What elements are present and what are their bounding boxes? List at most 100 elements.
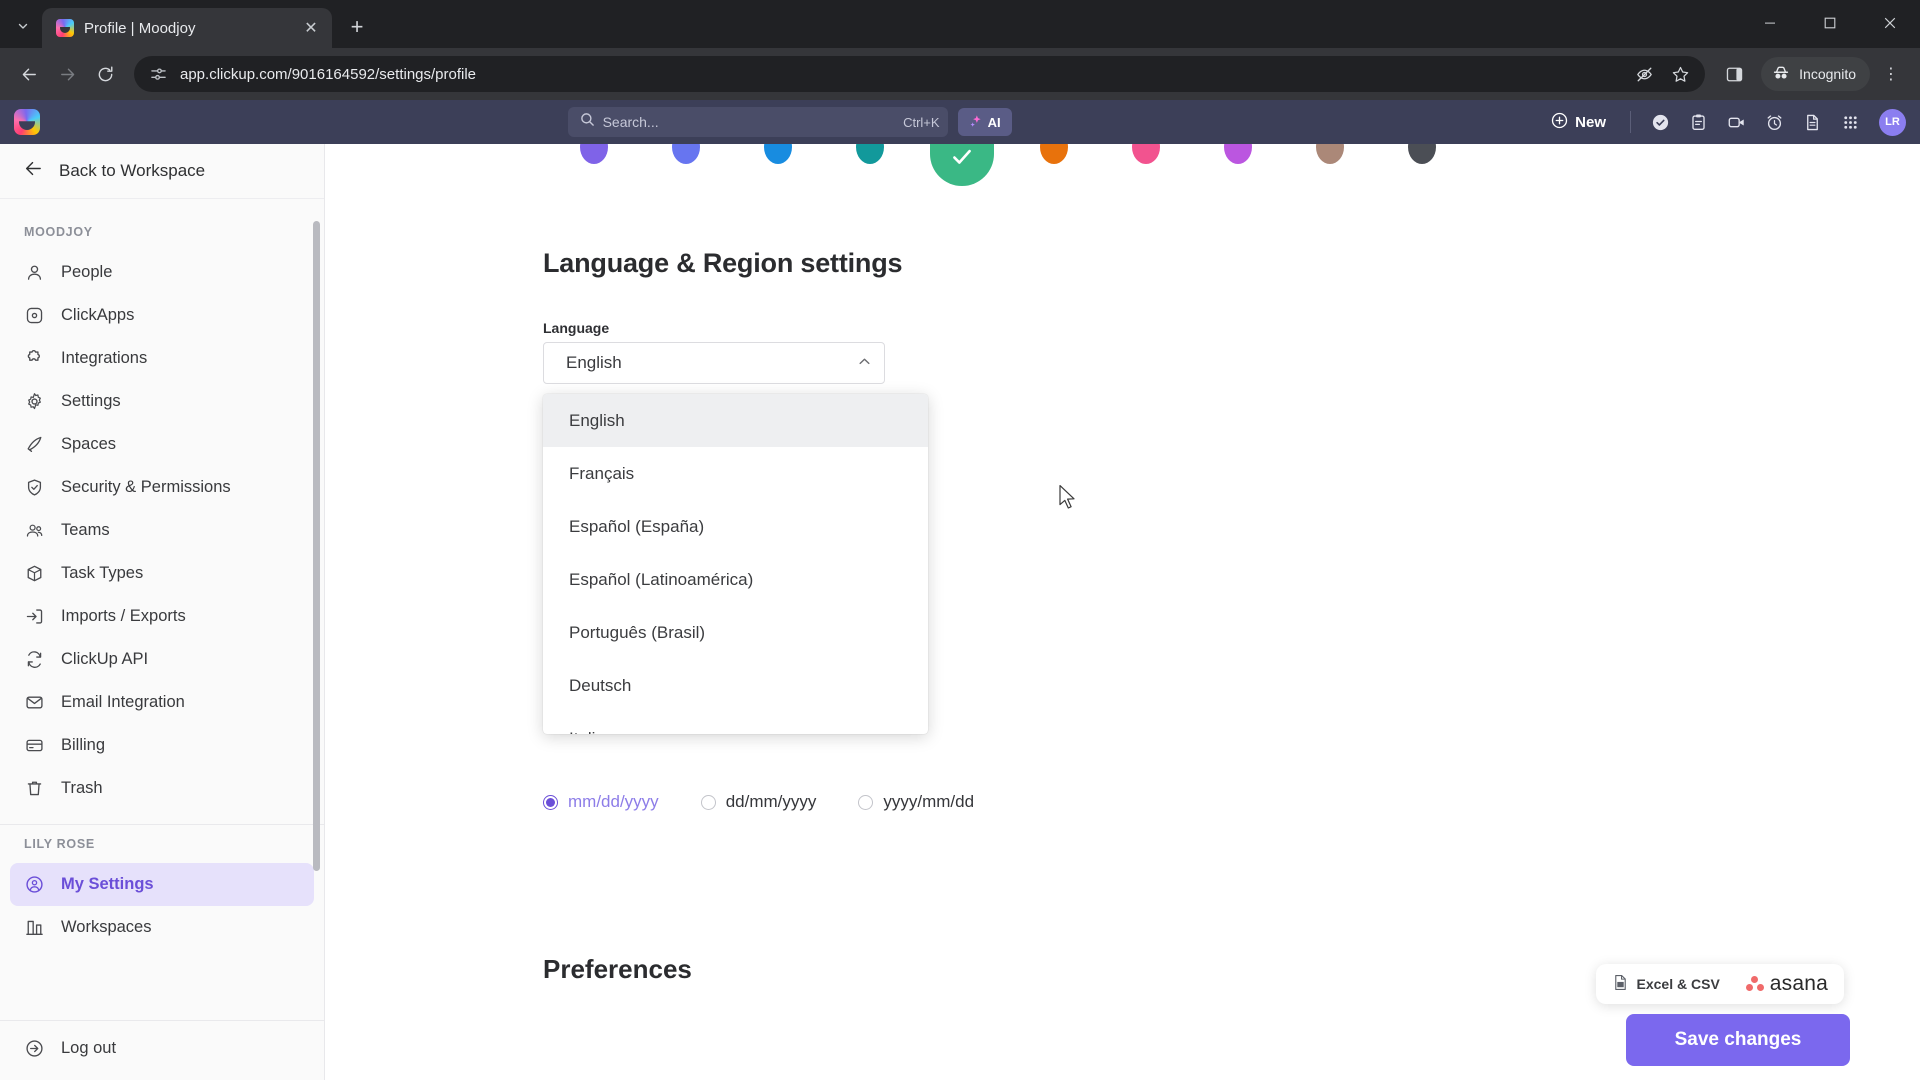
settings-content: Language & Region settings Language Engl… [325,144,1920,1080]
sidebar-item-label: Email Integration [61,693,185,711]
incognito-label: Incognito [1799,66,1856,82]
tab-title: Profile | Moodjoy [84,19,196,37]
tab-close-icon[interactable]: ✕ [300,17,322,39]
user-avatar[interactable]: LR [1879,108,1906,136]
sidebar-item-label: Teams [61,521,110,539]
sidebar-item-billing[interactable]: Billing [10,724,314,767]
language-option-italiano[interactable]: Italiano [543,712,928,735]
color-swatch[interactable] [1040,144,1068,164]
excel-csv-label: Excel & CSV [1636,976,1720,992]
new-label: New [1575,113,1606,131]
language-option-deutsch[interactable]: Deutsch [543,659,928,712]
sidebar-item-task-types[interactable]: Task Types [10,552,314,595]
color-swatch[interactable] [1132,144,1160,164]
sidebar-item-security-permissions[interactable]: Security & Permissions [10,466,314,509]
sidebar-item-my-settings[interactable]: My Settings [10,863,314,906]
color-swatch[interactable] [1224,144,1252,164]
language-option-english[interactable]: English [543,394,928,447]
sidebar-item-spaces[interactable]: Spaces [10,423,314,466]
sidebar-item-label: My Settings [61,875,154,893]
color-swatch[interactable] [672,144,700,164]
tab-favicon-icon [56,19,74,37]
language-selected-value: English [566,353,622,372]
date-format-option-yyyymmdd[interactable]: yyyy/mm/dd [858,792,974,812]
sidebar-item-email-integration[interactable]: Email Integration [10,681,314,724]
color-swatch[interactable] [1408,144,1436,164]
browser-menu-icon[interactable]: ⋮ [1874,57,1908,91]
sidebar-item-imports-exports[interactable]: Imports / Exports [10,595,314,638]
sidebar-item-teams[interactable]: Teams [10,509,314,552]
window-maximize-button[interactable] [1800,0,1860,46]
clipboard-icon[interactable] [1681,105,1715,139]
language-option-espanol-latinoamerica[interactable]: Español (Latinoamérica) [543,553,928,606]
color-swatch-selected[interactable] [930,144,994,186]
sidebar-item-label: People [61,263,113,281]
back-icon[interactable] [12,57,46,91]
language-option-francais[interactable]: Français [543,447,928,500]
sidebar-item-people[interactable]: People [10,251,314,294]
browser-toolbar: app.clickup.com/9016164592/settings/prof… [0,48,1920,100]
clickup-logo-icon[interactable] [14,109,40,135]
preferences-title: Preferences [543,954,692,984]
sidebar-item-label: Spaces [61,435,117,453]
side-panel-icon[interactable] [1717,57,1751,91]
sidebar-item-clickup-api[interactable]: ClickUp API [10,638,314,681]
language-option-espanol-espana[interactable]: Español (España) [543,500,928,553]
color-swatch[interactable] [764,144,792,164]
date-format-option-mmddyyyy[interactable]: mm/dd/yyyy [543,792,659,812]
search-input[interactable]: Search... Ctrl+K [567,107,948,137]
apps-grid-icon[interactable] [1833,105,1867,139]
incognito-indicator[interactable]: Incognito [1761,57,1870,91]
user-circle-icon [24,874,45,895]
settings-main: Language & Region settings Language Engl… [325,144,1920,1080]
new-button[interactable]: New [1539,106,1618,138]
language-dropdown[interactable]: English Français Español (España) Españo… [543,394,928,734]
sidebar-item-workspaces[interactable]: Workspaces [10,906,314,949]
teams-icon [24,520,45,541]
sidebar-item-label: ClickUp API [61,650,149,668]
forward-icon[interactable] [50,57,84,91]
color-swatch[interactable] [856,144,884,164]
color-swatch[interactable] [1316,144,1344,164]
check-circle-icon[interactable] [1643,105,1677,139]
window-minimize-button[interactable] [1740,0,1800,46]
color-swatch[interactable] [580,144,608,164]
logout-button[interactable]: Log out [10,1027,314,1070]
search-shortcut: Ctrl+K [903,114,940,130]
alarm-clock-icon[interactable] [1757,105,1791,139]
sidebar-item-label: ClickApps [61,306,135,324]
ai-button[interactable]: AI [957,108,1012,136]
date-format-option-ddmmyyyy[interactable]: dd/mm/yyyy [700,792,816,812]
date-format-label: mm/dd/yyyy [568,792,659,811]
api-icon [24,649,45,670]
eye-off-icon[interactable] [1627,57,1661,91]
sidebar-item-settings[interactable]: Settings [10,380,314,423]
save-changes-button[interactable]: Save changes [1626,1014,1850,1066]
excel-csv-option[interactable]: Excel & CSV [1612,974,1720,994]
window-close-button[interactable] [1860,0,1920,46]
date-format-label: yyyy/mm/dd [883,792,975,811]
sidebar-item-clickapps[interactable]: ClickApps [10,294,314,337]
document-icon[interactable] [1795,105,1829,139]
new-tab-button[interactable]: + [340,10,374,44]
sidebar-item-label: Imports / Exports [61,607,186,625]
site-settings-icon[interactable] [148,64,168,84]
sidebar-scrollbar[interactable] [313,221,320,871]
reload-icon[interactable] [88,57,122,91]
sidebar-item-trash[interactable]: Trash [10,767,314,810]
sidebar-item-integrations[interactable]: Integrations [10,337,314,380]
asana-label: asana [1769,972,1828,995]
language-option-portugues-brasil[interactable]: Português (Brasil) [543,606,928,659]
back-to-workspace-button[interactable]: Back to Workspace [0,144,324,199]
language-select[interactable]: English [543,342,885,384]
address-bar[interactable]: app.clickup.com/9016164592/settings/prof… [134,56,1706,92]
person-icon [24,262,45,283]
video-camera-icon[interactable] [1719,105,1753,139]
bookmark-star-icon[interactable] [1663,57,1697,91]
clickup-app: Search... Ctrl+K AI New LR Back to Works… [0,100,1920,1080]
tab-search-chevron-icon[interactable] [6,9,40,43]
asana-option[interactable]: asana [1745,972,1828,996]
logout-icon [24,1038,45,1059]
date-format-radio-group: mm/dd/yyyy dd/mm/yyyy yyyy/mm/dd [543,792,1016,812]
browser-tab[interactable]: Profile | Moodjoy ✕ [42,8,332,48]
